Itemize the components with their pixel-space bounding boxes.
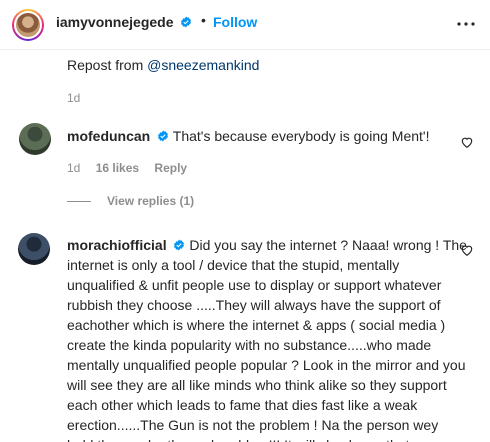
view-replies-button[interactable]: View replies (1) bbox=[67, 194, 194, 208]
comment-body: That's because everybody is going Ment'! bbox=[172, 128, 430, 144]
author-avatar[interactable] bbox=[12, 9, 44, 41]
heart-icon[interactable] bbox=[460, 135, 474, 149]
commenter-avatar[interactable] bbox=[19, 123, 51, 155]
post-header: iamyvonnejegede • Follow bbox=[0, 0, 490, 50]
commenter-username[interactable]: mofeduncan bbox=[67, 128, 150, 144]
comment-body: Did you say the internet ? Naaa! wrong !… bbox=[67, 237, 467, 442]
verified-badge-icon bbox=[158, 130, 169, 142]
post-timestamp[interactable]: 1d bbox=[67, 91, 80, 105]
repost-caption: Repost from @sneezemankind bbox=[67, 57, 259, 73]
view-replies-label: View replies (1) bbox=[107, 194, 195, 208]
verified-badge-icon bbox=[181, 16, 192, 28]
comment-likes[interactable]: 16 likes bbox=[96, 161, 139, 175]
verified-badge-icon bbox=[174, 239, 185, 251]
heart-icon[interactable] bbox=[460, 243, 474, 257]
comment-text: mofeduncan That's because everybody is g… bbox=[67, 126, 429, 146]
follow-button[interactable]: Follow bbox=[213, 14, 257, 30]
comment-meta: 1d 16 likes Reply bbox=[67, 161, 199, 175]
more-options-icon[interactable] bbox=[454, 14, 478, 34]
replies-divider-line bbox=[67, 201, 91, 203]
comment-text: morachiofficial Did you say the internet… bbox=[67, 235, 467, 442]
author-username[interactable]: iamyvonnejegede bbox=[56, 14, 174, 30]
repost-prefix: Repost from bbox=[67, 57, 148, 73]
commenter-avatar[interactable] bbox=[18, 233, 50, 265]
comment-timestamp[interactable]: 1d bbox=[67, 161, 80, 175]
commenter-username[interactable]: morachiofficial bbox=[67, 237, 167, 253]
author-username-row[interactable]: iamyvonnejegede bbox=[56, 14, 192, 30]
reply-button[interactable]: Reply bbox=[154, 161, 187, 175]
repost-mention-link[interactable]: @sneezemankind bbox=[147, 57, 259, 73]
separator-dot: • bbox=[201, 12, 206, 28]
